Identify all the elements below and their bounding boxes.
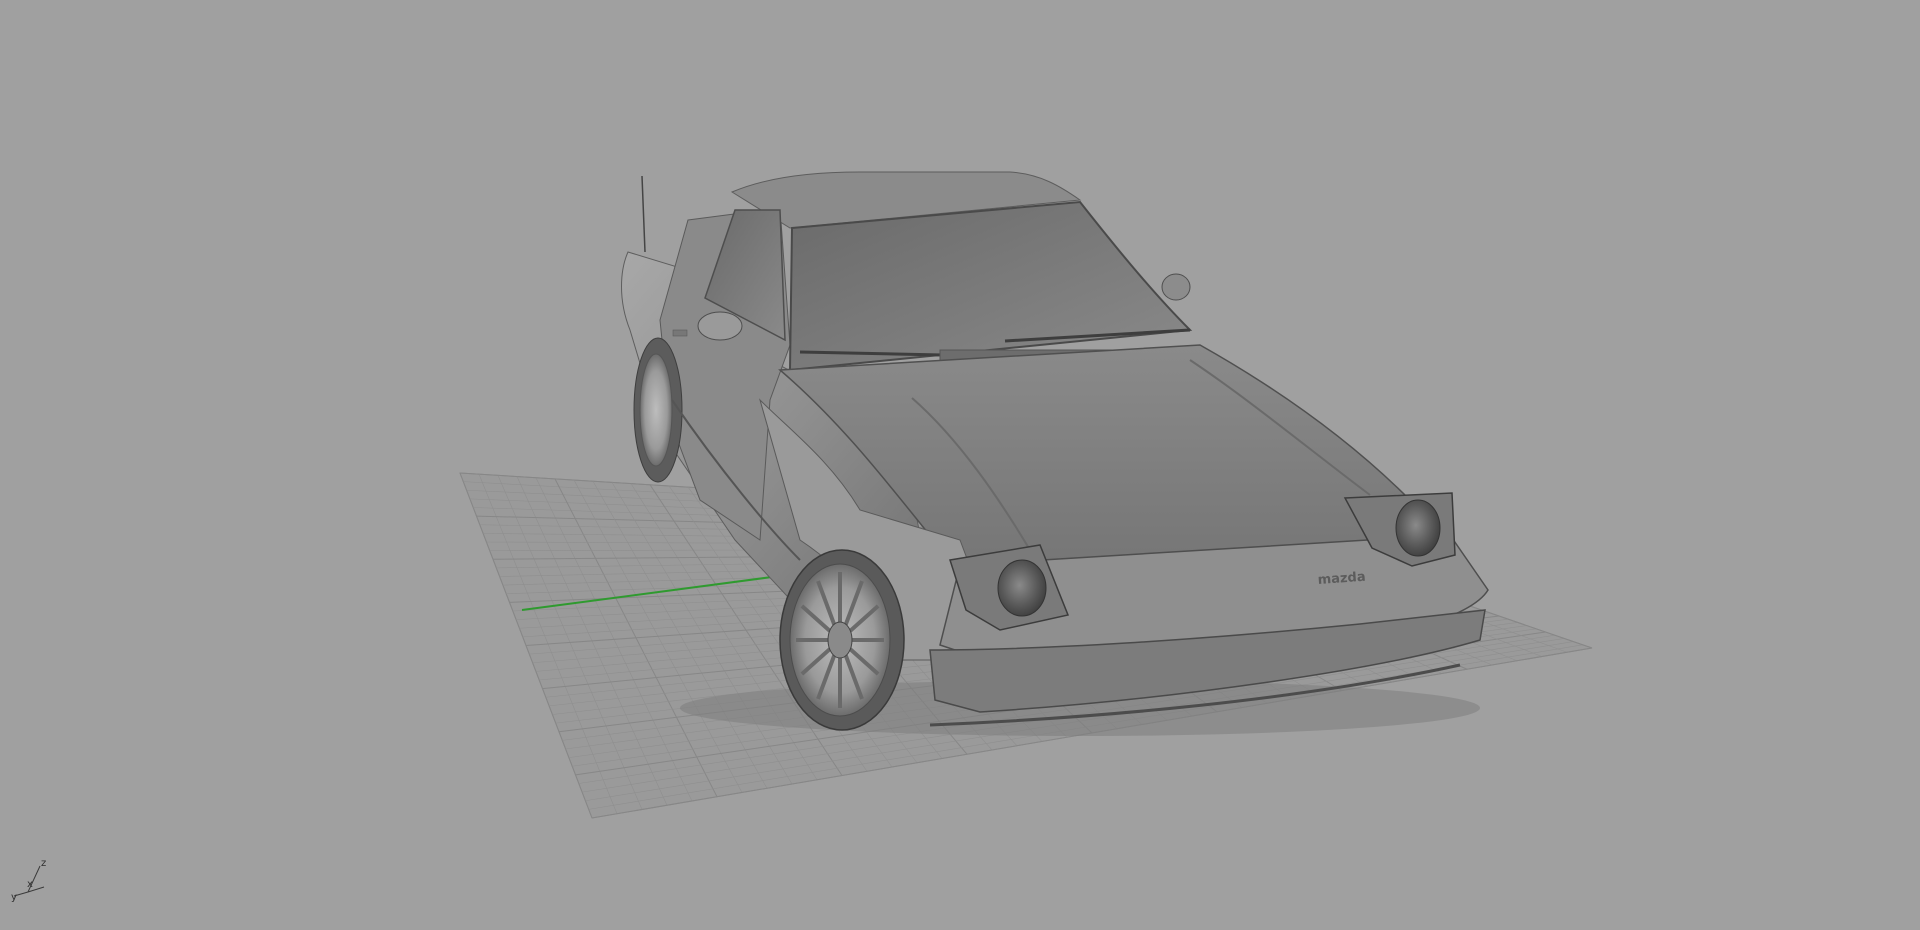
- antenna: [641, 175, 646, 253]
- door-handle: [672, 329, 688, 337]
- mirror-right: [1161, 273, 1191, 301]
- front-wheel: [779, 549, 905, 731]
- axis-label-z: z: [41, 858, 46, 869]
- axis-label-y: y: [11, 892, 17, 903]
- car-windshield: [788, 200, 1193, 372]
- axis-label-x: x: [27, 879, 33, 890]
- rear-wheel: [633, 337, 683, 483]
- axis-gizmo: z x y: [11, 858, 46, 903]
- viewport-scene[interactable]: mazda: [0, 0, 1920, 930]
- mirror-left: [697, 311, 743, 341]
- perspective-viewport[interactable]: mazda z x y: [0, 0, 1920, 930]
